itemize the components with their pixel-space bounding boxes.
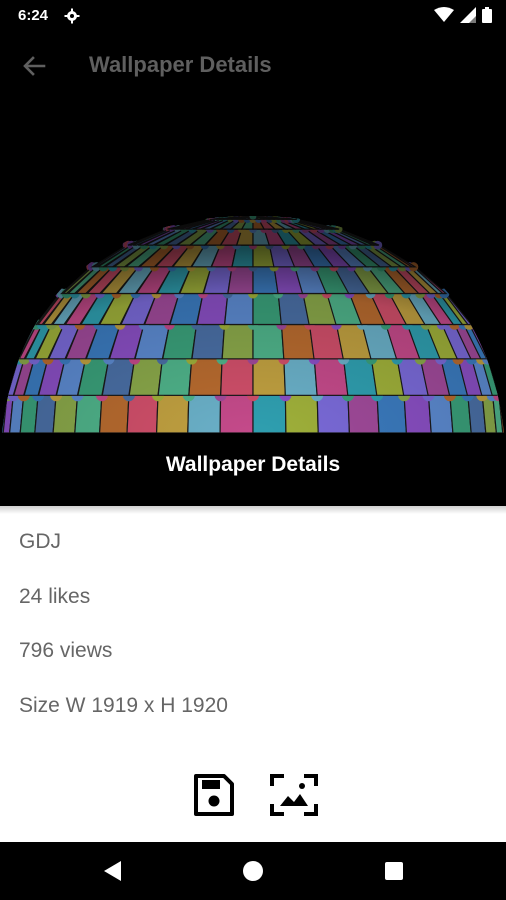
system-nav-bar xyxy=(0,842,506,900)
action-bar xyxy=(0,772,506,820)
back-triangle-icon[interactable] xyxy=(102,860,122,887)
gear-icon xyxy=(64,8,80,29)
author-text: GDJ xyxy=(19,530,61,553)
floppy-disk-icon[interactable] xyxy=(192,772,236,818)
signal-icon xyxy=(460,7,476,28)
hero-shadow xyxy=(0,506,506,514)
hero-caption: Wallpaper Details xyxy=(165,453,341,476)
set-wallpaper-icon[interactable] xyxy=(268,772,320,818)
likes-text: 24 likes xyxy=(19,584,91,608)
battery-icon xyxy=(482,7,492,28)
status-bar: 6:24 xyxy=(0,0,506,34)
size-text: Size W 1919 x H 1920 xyxy=(19,693,228,717)
wallpaper-image xyxy=(2,216,504,433)
wifi-icon xyxy=(434,7,454,28)
wallpaper-details: GDJ 24 likes 796 views Size W 1919 x H 1… xyxy=(19,528,228,746)
wallpaper-preview[interactable]: Wallpaper Details xyxy=(0,98,506,506)
views-text: 796 views xyxy=(19,639,113,662)
arrow-left-icon[interactable] xyxy=(20,52,48,80)
page-title: Wallpaper Details xyxy=(89,52,272,77)
home-circle-icon[interactable] xyxy=(243,861,263,881)
app-bar: Wallpaper Details xyxy=(0,34,506,98)
status-icons xyxy=(434,7,492,28)
status-time: 6:24 xyxy=(18,7,49,24)
recents-square-icon[interactable] xyxy=(385,862,403,880)
